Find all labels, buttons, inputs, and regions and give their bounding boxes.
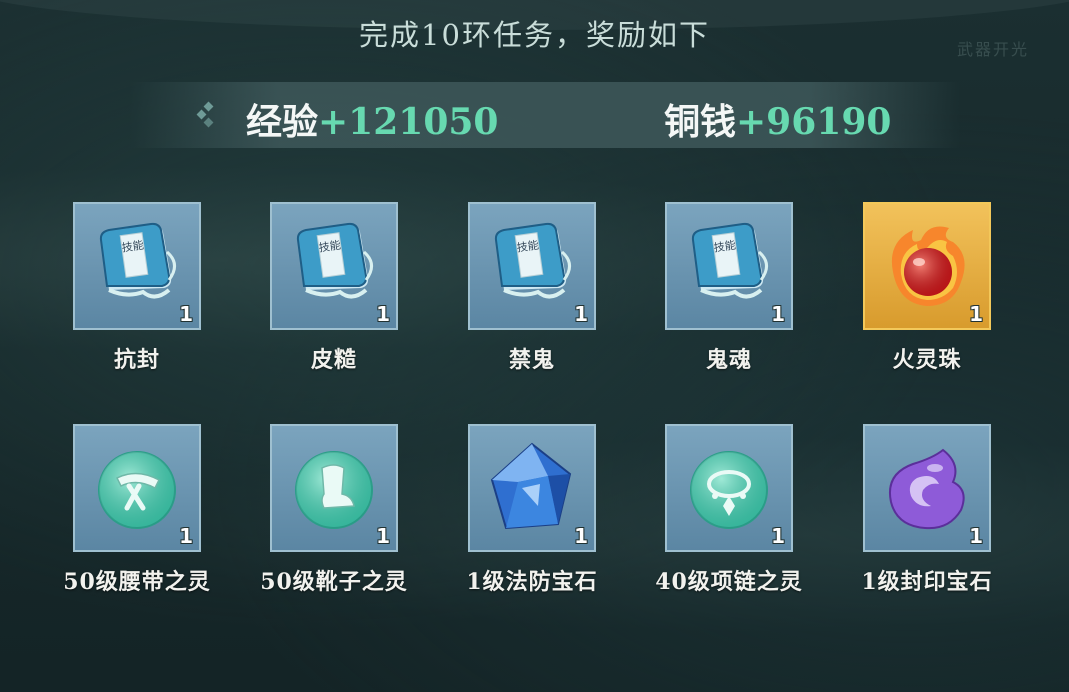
diamond-ornament-icon <box>196 101 222 129</box>
item-count: 1 <box>771 302 785 326</box>
item-slot[interactable]: 技能 1 <box>73 202 201 330</box>
item-slot[interactable]: 1 <box>863 202 991 330</box>
reward-item[interactable]: 技能 1 鬼魂 <box>602 202 802 422</box>
reward-item[interactable]: 1 火灵珠 <box>800 202 1000 422</box>
item-count: 1 <box>574 524 588 548</box>
item-slot[interactable]: 1 <box>863 424 991 552</box>
exp-reward: 经验+121050 <box>246 93 498 145</box>
item-count: 1 <box>179 524 193 548</box>
item-count: 1 <box>376 524 390 548</box>
exp-value: +121050 <box>318 101 499 143</box>
reward-item[interactable]: 1 1级法防宝石 <box>405 424 605 644</box>
item-name: 1级封印宝石 <box>861 569 993 595</box>
reward-title: 完成10环任务，奖励如下 <box>359 18 710 52</box>
exp-label: 经验 <box>246 101 319 143</box>
purple-seal-gem-icon <box>889 448 965 530</box>
fire-orb-icon <box>891 226 965 306</box>
coin-value: +96190 <box>736 101 892 143</box>
item-count: 1 <box>376 302 390 326</box>
item-slot[interactable]: 1 <box>665 424 793 552</box>
reward-item[interactable]: 技能 1 皮糙 <box>207 202 407 422</box>
item-name: 火灵珠 <box>892 347 962 373</box>
coin-label: 铜钱 <box>664 101 737 143</box>
item-slot[interactable]: 1 <box>468 424 596 552</box>
skill-book-icon: 技能 <box>691 222 768 299</box>
item-slot[interactable]: 1 <box>270 424 398 552</box>
reward-item[interactable]: 1 40级项链之灵 <box>602 424 802 644</box>
item-slot[interactable]: 1 <box>73 424 201 552</box>
item-count: 1 <box>969 524 983 548</box>
belt-spirit-icon <box>98 451 176 529</box>
necklace-spirit-icon <box>690 451 768 529</box>
blue-gem-icon <box>490 442 572 530</box>
item-slot[interactable]: 技能 1 <box>270 202 398 330</box>
item-slot[interactable]: 技能 1 <box>468 202 596 330</box>
reward-item[interactable]: 1 50级靴子之灵 <box>207 424 407 644</box>
boots-spirit-icon <box>295 451 373 529</box>
item-count: 1 <box>969 302 983 326</box>
skill-book-icon: 技能 <box>296 222 373 299</box>
reward-item[interactable]: 技能 1 抗封 <box>10 202 210 422</box>
item-count: 1 <box>179 302 193 326</box>
skill-book-icon: 技能 <box>494 222 571 299</box>
watermark-text: 武器开光 <box>956 40 1029 59</box>
item-count: 1 <box>574 302 588 326</box>
coin-reward: 铜钱+96190 <box>664 93 891 145</box>
reward-item[interactable]: 技能 1 禁鬼 <box>405 202 605 422</box>
skill-book-icon: 技能 <box>99 222 176 299</box>
reward-item[interactable]: 1 50级腰带之灵 <box>10 424 210 644</box>
item-slot[interactable]: 技能 1 <box>665 202 793 330</box>
item-count: 1 <box>771 524 785 548</box>
reward-item[interactable]: 1 1级封印宝石 <box>800 424 1000 644</box>
